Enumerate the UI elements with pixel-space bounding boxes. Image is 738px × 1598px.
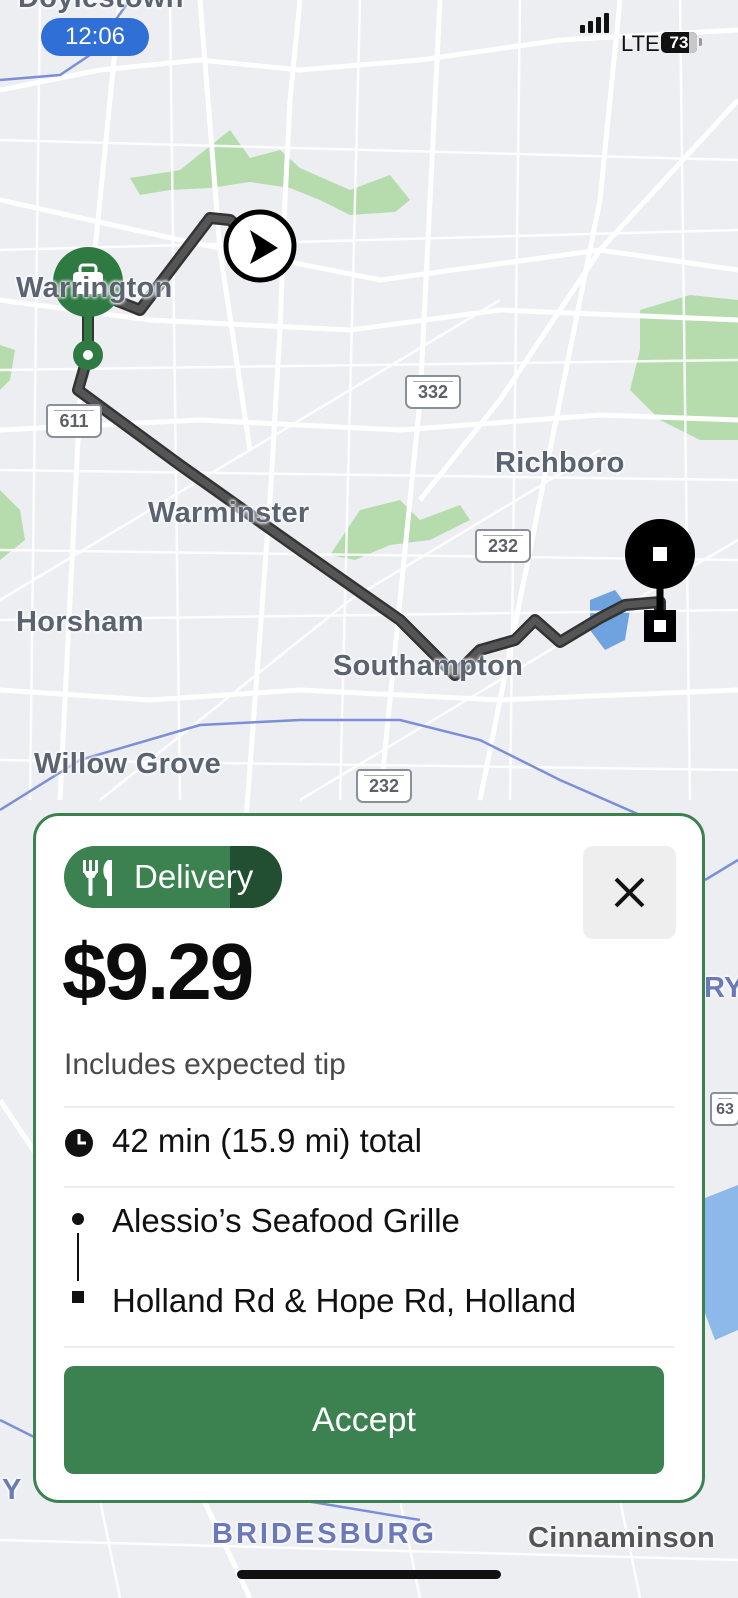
town-label: Willow Grove <box>34 748 222 780</box>
dropoff-square-icon <box>72 1291 84 1303</box>
town-label: Warminster <box>148 497 310 529</box>
town-label: Warrington <box>16 272 173 304</box>
tip-note: Includes expected tip <box>64 1048 346 1081</box>
accept-button[interactable]: Accept <box>64 1366 664 1474</box>
town-label: Southampton <box>333 650 524 682</box>
route-shield: 611 <box>46 404 102 438</box>
route-shield: 332 <box>405 375 461 409</box>
utensils-icon <box>83 860 112 896</box>
pickup-location: Alessio’s Seafood Grille <box>112 1202 460 1239</box>
dropoff-location: Holland Rd & Hope Rd, Holland <box>112 1282 577 1319</box>
navigation-arrow-icon <box>223 209 297 283</box>
town-label: Richboro <box>495 447 625 479</box>
delivery-badge: Delivery <box>64 846 282 908</box>
offer-card: Delivery $9.29 Includes expected tip 42 … <box>33 813 705 1503</box>
trip-duration: 42 min (15.9 mi) total <box>112 1122 422 1159</box>
battery-level: 73 <box>669 33 689 52</box>
route-shield: 232 <box>475 529 531 563</box>
pickup-dot-icon <box>72 1213 84 1225</box>
close-button[interactable] <box>583 846 676 939</box>
town-label: BRIDESBURG <box>212 1518 437 1550</box>
close-icon <box>614 877 645 908</box>
offer-price: $9.29 <box>62 927 254 1016</box>
divider <box>64 1186 674 1188</box>
town-label: Doylestown <box>18 0 184 15</box>
town-label: Horsham <box>16 606 144 638</box>
network-type: LTE <box>621 31 660 56</box>
town-label: Cinnaminson <box>528 1522 715 1554</box>
route-shield: 63 <box>710 1092 738 1126</box>
delivery-label: Delivery <box>134 858 254 895</box>
divider <box>64 1346 674 1348</box>
town-label: RY <box>704 972 738 1004</box>
home-indicator[interactable] <box>237 1570 501 1579</box>
route-shield: 232 <box>356 769 412 803</box>
divider <box>64 1106 674 1108</box>
clock-icon <box>65 1129 93 1157</box>
status-time: 12:06 <box>41 18 149 56</box>
town-label: Y <box>2 1474 22 1506</box>
route-connector-icon <box>72 1213 84 1303</box>
battery-icon: 73 <box>661 32 697 53</box>
